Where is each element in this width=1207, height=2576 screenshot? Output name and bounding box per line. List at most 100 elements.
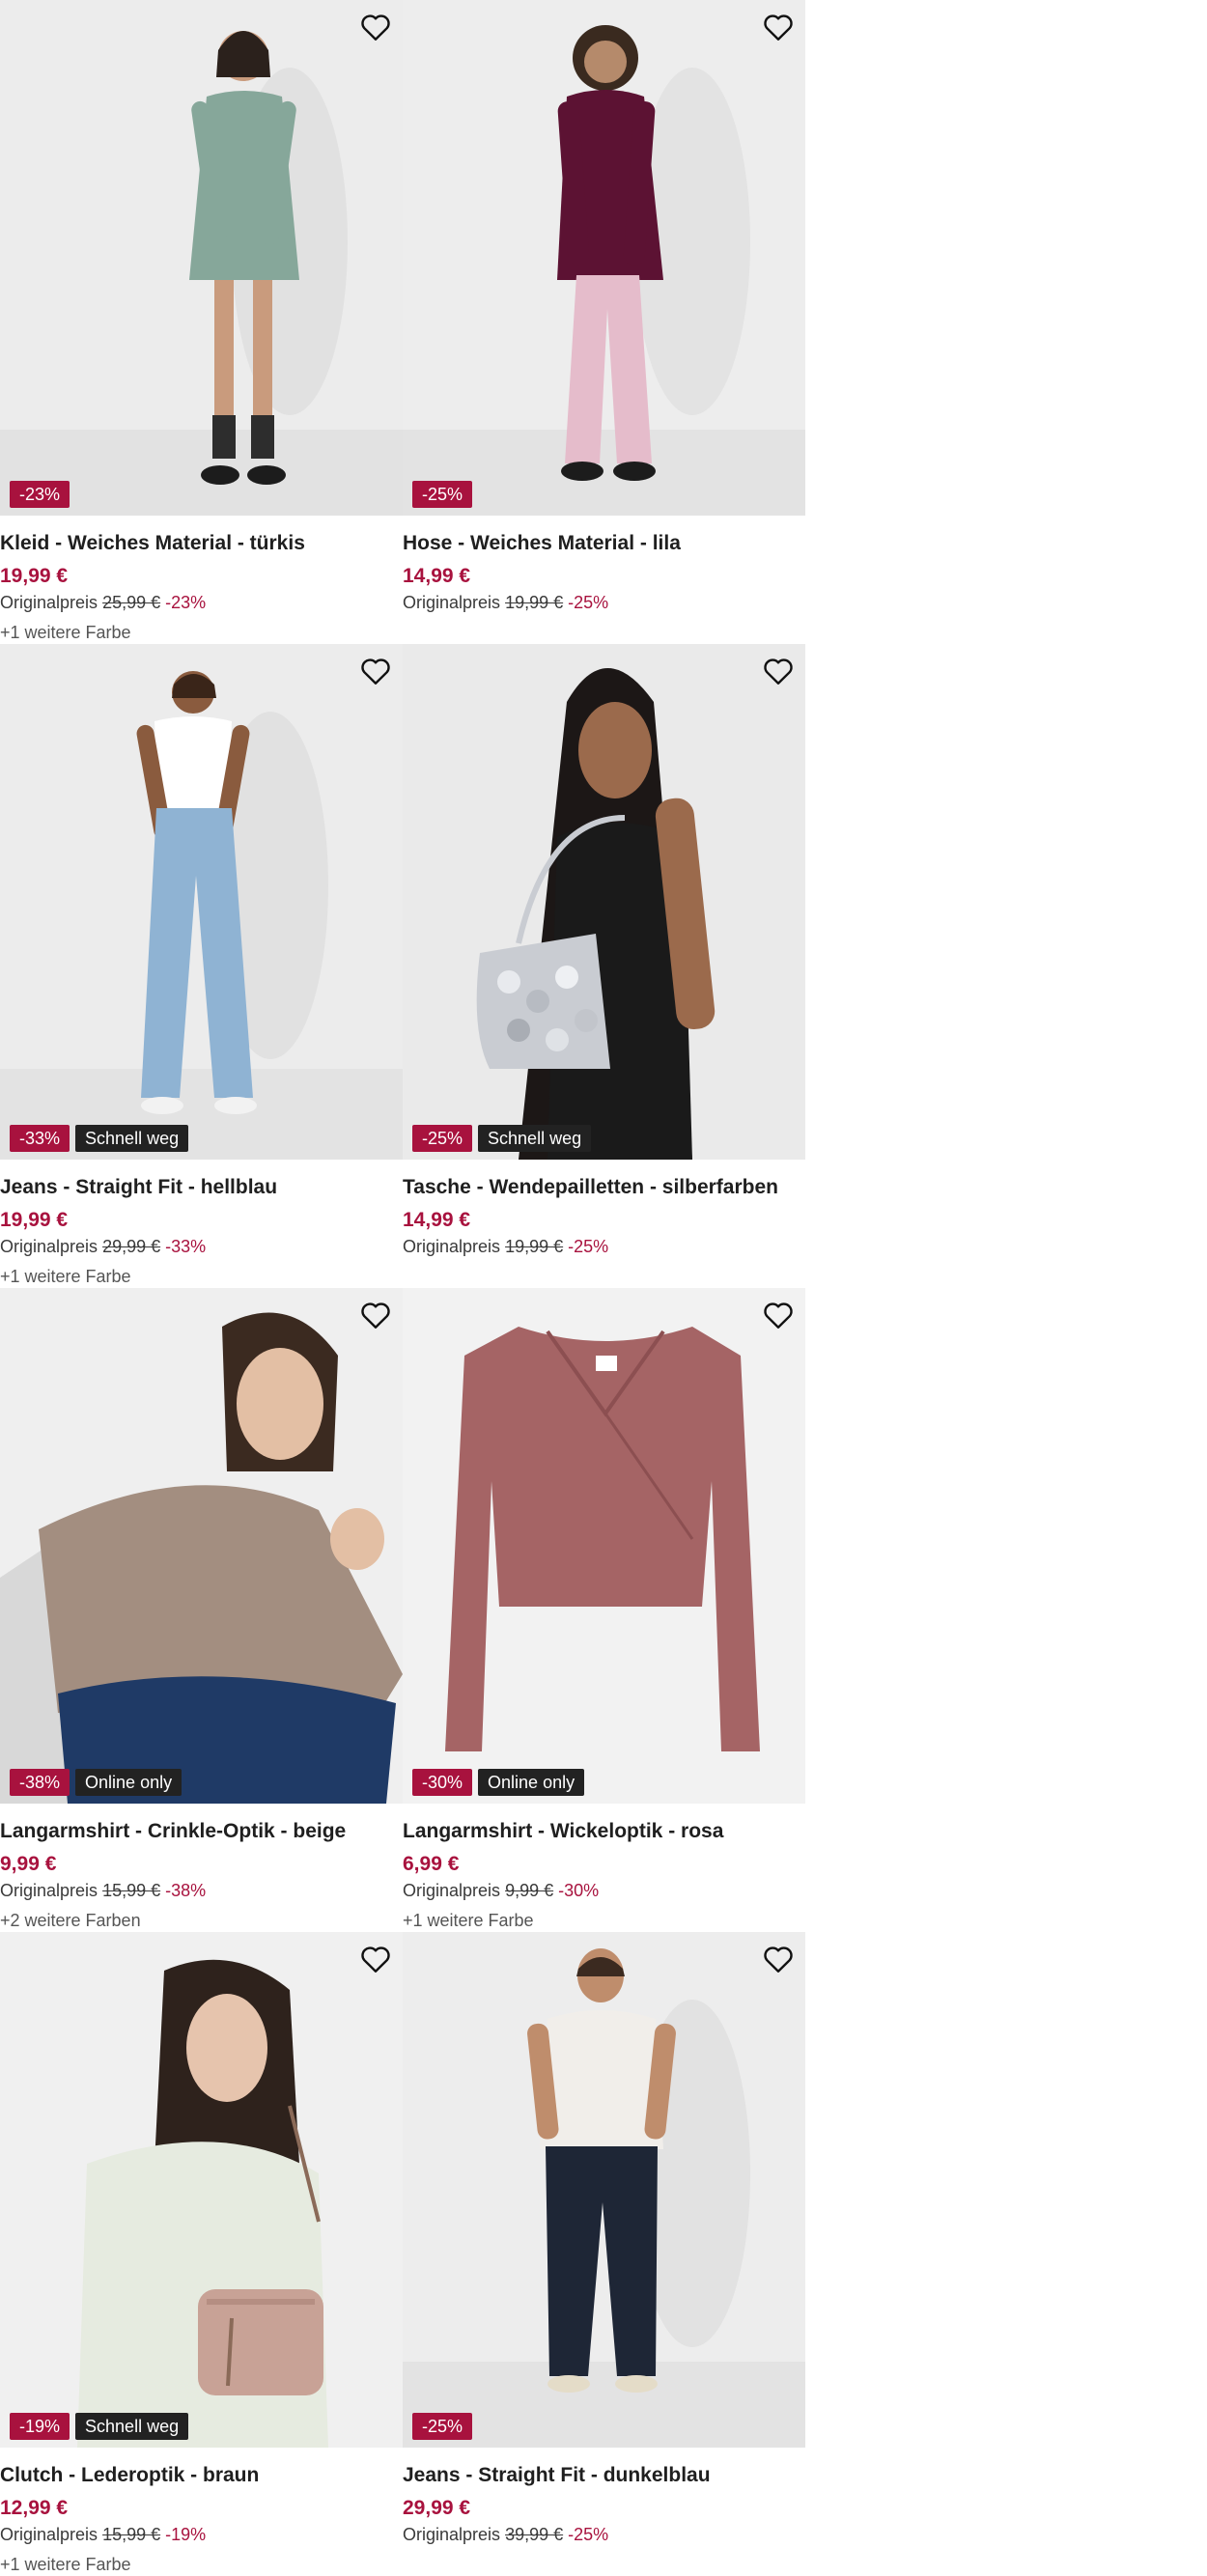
product-image[interactable]: -33% Schnell weg (0, 644, 403, 1160)
product-photo-burgundy-blouse (403, 0, 805, 516)
product-card[interactable]: -25% Schnell weg Tasche - Wendepaillette… (403, 644, 805, 1288)
discount-badge: -19% (10, 2413, 70, 2440)
product-card[interactable]: -25% Hose - Weiches Material - lila 14,9… (403, 0, 805, 644)
product-image[interactable]: -19% Schnell weg (0, 1932, 403, 2448)
product-card[interactable]: -25% Jeans - Straight Fit - dunkelblau 2… (403, 1932, 805, 2576)
original-price-line: Originalpreis 29,99 € -33% (0, 1235, 396, 1258)
product-card[interactable]: -23% Kleid - Weiches Material - türkis 1… (0, 0, 403, 644)
discount-percent: -33% (165, 1237, 207, 1256)
original-price-line: Originalpreis 25,99 € -23% (0, 591, 396, 614)
status-badge: Schnell weg (75, 2413, 189, 2440)
original-price: 25,99 € (102, 593, 161, 612)
discount-percent: -38% (165, 1881, 207, 1900)
product-info: Langarmshirt - Wickeloptik - rosa 6,99 €… (403, 1817, 799, 1932)
more-colors[interactable]: +1 weitere Farbe (0, 621, 396, 644)
status-badge: Schnell weg (478, 1125, 592, 1152)
discount-percent: -25% (568, 2525, 609, 2544)
badge-group: -38% Online only (10, 1769, 182, 1796)
heart-outline-icon (764, 14, 793, 41)
product-title[interactable]: Jeans - Straight Fit - dunkelblau (403, 2461, 799, 2490)
original-price-line: Originalpreis 15,99 € -19% (0, 2523, 396, 2546)
product-card[interactable]: -33% Schnell weg Jeans - Straight Fit - … (0, 644, 403, 1288)
wishlist-button[interactable] (358, 1942, 393, 1976)
discount-percent: -19% (165, 2525, 207, 2544)
original-price-label: Originalpreis (403, 2525, 501, 2544)
heart-outline-icon (361, 1946, 390, 1973)
product-title[interactable]: Clutch - Lederoptik - braun (0, 2461, 396, 2490)
product-image[interactable]: -23% (0, 0, 403, 516)
product-title[interactable]: Jeans - Straight Fit - hellblau (0, 1173, 396, 1202)
discount-percent: -25% (568, 1237, 609, 1256)
product-info: Hose - Weiches Material - lila 14,99 € O… (403, 529, 799, 621)
product-price: 6,99 € (403, 1853, 460, 1875)
discount-badge: -25% (412, 1125, 473, 1152)
product-image[interactable]: -30% Online only (403, 1288, 805, 1804)
product-title[interactable]: Langarmshirt - Crinkle-Optik - beige (0, 1817, 396, 1846)
heart-outline-icon (764, 658, 793, 685)
wishlist-button[interactable] (358, 10, 393, 44)
product-grid: -23% Kleid - Weiches Material - türkis 1… (0, 0, 805, 2576)
product-title[interactable]: Tasche - Wendepailletten - silberfarben (403, 1173, 799, 1202)
product-title[interactable]: Langarmshirt - Wickeloptik - rosa (403, 1817, 799, 1846)
heart-outline-icon (361, 1302, 390, 1329)
product-image[interactable]: -25% (403, 0, 805, 516)
product-price: 14,99 € (403, 1209, 471, 1231)
original-price: 19,99 € (505, 593, 564, 612)
original-price: 9,99 € (505, 1881, 554, 1900)
product-info: Clutch - Lederoptik - braun 12,99 € Orig… (0, 2461, 396, 2576)
product-photo-light-jeans (0, 644, 403, 1160)
original-price-label: Originalpreis (403, 1881, 501, 1900)
wishlist-button[interactable] (358, 654, 393, 688)
product-image[interactable]: -25% Schnell weg (403, 644, 805, 1160)
discount-badge: -38% (10, 1769, 70, 1796)
wishlist-button[interactable] (761, 10, 796, 44)
discount-percent: -25% (568, 593, 609, 612)
discount-badge: -30% (412, 1769, 473, 1796)
product-price: 19,99 € (0, 1209, 69, 1231)
product-price: 12,99 € (0, 2497, 69, 2519)
original-price: 19,99 € (505, 1237, 564, 1256)
original-price-line: Originalpreis 15,99 € -38% (0, 1879, 396, 1902)
badge-group: -25% (412, 2413, 473, 2440)
discount-badge: -25% (412, 481, 473, 508)
badge-group: -25% Schnell weg (412, 1125, 592, 1152)
product-photo-rose-shirt (403, 1288, 805, 1804)
heart-outline-icon (764, 1946, 793, 1973)
wishlist-button[interactable] (761, 1298, 796, 1332)
product-card[interactable]: -30% Online only Langarmshirt - Wickelop… (403, 1288, 805, 1932)
more-colors[interactable]: +2 weitere Farben (0, 1909, 396, 1932)
product-photo-teal-dress (0, 0, 403, 516)
badge-group: -33% Schnell weg (10, 1125, 189, 1152)
more-colors[interactable]: +1 weitere Farbe (0, 2553, 396, 2576)
discount-percent: -30% (558, 1881, 600, 1900)
product-price: 9,99 € (0, 1853, 57, 1875)
product-info: Kleid - Weiches Material - türkis 19,99 … (0, 529, 396, 644)
discount-badge: -25% (412, 2413, 473, 2440)
product-card[interactable]: -19% Schnell weg Clutch - Lederoptik - b… (0, 1932, 403, 2576)
product-info: Jeans - Straight Fit - hellblau 19,99 € … (0, 1173, 396, 1288)
product-title[interactable]: Kleid - Weiches Material - türkis (0, 529, 396, 558)
original-price-label: Originalpreis (0, 1237, 98, 1256)
product-price: 19,99 € (0, 565, 69, 587)
product-image[interactable]: -25% (403, 1932, 805, 2448)
original-price-line: Originalpreis 19,99 € -25% (403, 591, 799, 614)
product-photo-beige-top (0, 1288, 403, 1804)
original-price-line: Originalpreis 39,99 € -25% (403, 2523, 799, 2546)
product-card[interactable]: -38% Online only Langarmshirt - Crinkle-… (0, 1288, 403, 1932)
product-info: Jeans - Straight Fit - dunkelblau 29,99 … (403, 2461, 799, 2553)
heart-outline-icon (361, 14, 390, 41)
wishlist-button[interactable] (761, 654, 796, 688)
product-photo-taupe-clutch (0, 1932, 403, 2448)
more-colors[interactable]: +1 weitere Farbe (0, 1265, 396, 1288)
product-price: 29,99 € (403, 2497, 471, 2519)
original-price: 15,99 € (102, 1881, 161, 1900)
product-photo-sequin-bag (403, 644, 805, 1160)
wishlist-button[interactable] (761, 1942, 796, 1976)
product-image[interactable]: -38% Online only (0, 1288, 403, 1804)
wishlist-button[interactable] (358, 1298, 393, 1332)
original-price: 39,99 € (505, 2525, 564, 2544)
product-title[interactable]: Hose - Weiches Material - lila (403, 529, 799, 558)
product-info: Tasche - Wendepailletten - silberfarben … (403, 1173, 799, 1265)
badge-group: -30% Online only (412, 1769, 585, 1796)
more-colors[interactable]: +1 weitere Farbe (403, 1909, 799, 1932)
